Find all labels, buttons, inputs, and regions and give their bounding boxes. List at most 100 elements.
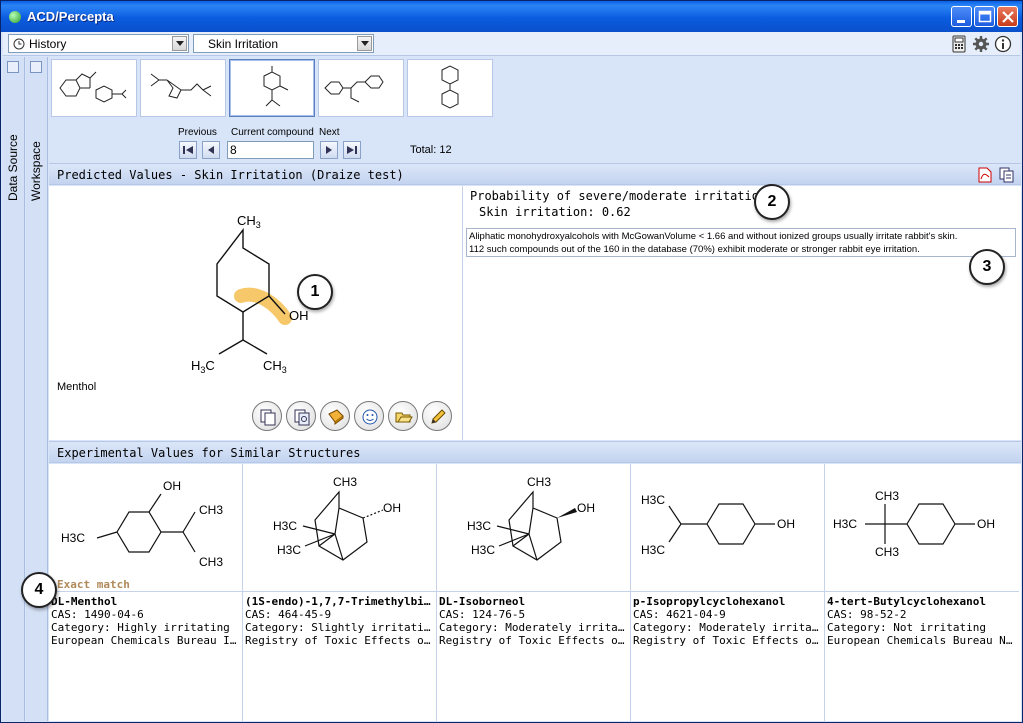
svg-text:H3C: H3C [467,519,491,533]
callout-2: 2 [754,184,790,220]
app-window: ACD/Percepta History Skin Irritation Dat… [0,0,1023,723]
chevron-left-icon [208,146,214,154]
calculator-icon[interactable] [950,35,968,53]
data-source-tab[interactable]: Data Source [6,81,20,201]
app-icon [9,11,21,23]
copy-structure-button[interactable] [252,401,282,431]
close-icon [1002,11,1014,23]
explanation-line-2: 112 such compounds out of the 160 in the… [469,244,920,255]
similar-compound-card[interactable]: OH H3C CH3 CH3 Exact match DL-Menthol CA… [21,464,243,721]
history-combo-text: History [29,37,67,51]
workspace-sidebar[interactable]: Workspace [26,57,48,721]
sidebar-expand-icon[interactable] [7,61,19,73]
similar-compound-cas: CAS: 464-45-9 [245,608,332,621]
svg-text:OH: OH [577,501,595,515]
sidebar-expand-icon[interactable] [30,61,42,73]
book-icon [328,409,344,425]
maximize-icon [978,10,992,23]
similar-compound-category: Category: Slightly irritating [245,621,435,634]
current-compound-label: Current compound [231,127,314,138]
smiley-icon [362,409,378,425]
callout-1: 1 [297,274,333,310]
feedback-button[interactable] [354,401,384,431]
similar-compound-card[interactable]: CH3 OH H3C H3C DL-Isoborneol CAS: 124-76… [437,464,631,721]
similar-compound-category: Category: Moderately irritating [439,621,629,634]
similar-compound-source: Registry of Toxic Effects of Chemical Su… [439,634,629,647]
exact-match-label: Exact match [57,578,130,591]
svg-text:H3C: H3C [641,493,665,507]
open-file-button[interactable] [388,401,418,431]
similar-structure: CH3 OH H3C H3C [437,464,631,592]
explanation-box: Aliphatic monohydroxyalcohols with McGow… [466,228,1016,257]
predicted-values-panel: CH3 OH H3C CH3 Menthol 1 Probability of … [49,184,1021,440]
molecule-thumbnail-icon [59,71,127,103]
similar-compound-info: DL-Menthol CAS: 1490-04-6 Category: High… [51,595,241,647]
predicted-values-header: Predicted Values - Skin Irritation (Drai… [49,163,1021,185]
bicyclic-structure-icon: CH3 OH H3C H3C [273,475,401,561]
edit-structure-button[interactable] [422,401,452,431]
skip-last-icon [347,146,357,154]
first-compound-button[interactable] [179,141,197,159]
callout-3: 3 [969,249,1005,285]
main-toolbar: History Skin Irritation [3,32,1020,56]
predicted-values-title: Predicted Values - Skin Irritation (Drai… [57,168,404,182]
result-pane: Probability of severe/moderate irritatio… [464,184,1021,440]
history-combo[interactable]: History [8,34,189,53]
menthol-structure-icon: OH H3C CH3 CH3 [61,479,223,569]
compound-thumbnail-selected[interactable] [229,59,315,117]
similar-compound-name: DL-Isoborneol [439,595,526,608]
compound-thumbnail[interactable] [140,59,226,117]
next-label: Next [319,127,340,138]
hydroxyl-label: OH [289,308,309,323]
report-button[interactable] [320,401,350,431]
workspace-tab[interactable]: Workspace [29,81,43,201]
tert-butylcyclohexanol-structure-icon: OH CH3 H3C CH3 [833,489,995,559]
similar-compound-card[interactable]: OH H3C H3C p-Isopropylcyclohexanol CAS: … [631,464,825,721]
skip-first-icon [183,146,193,154]
probability-title: Probability of severe/moderate irritatio… [470,189,774,203]
compound-thumbnail[interactable] [318,59,404,117]
similar-compound-info: (1S-endo)-1,7,7-Trimethylbicyclo CAS: 46… [245,595,435,647]
explanation-line-1: Aliphatic monohydroxyalcohols with McGow… [469,231,958,242]
close-button[interactable] [997,6,1018,27]
molecule-thumbnail-icon [263,66,289,107]
copy-structure-icon [260,409,276,426]
pdf-export-icon[interactable] [977,167,993,183]
chevron-down-icon[interactable] [357,36,372,51]
compound-thumbnail[interactable] [407,59,493,117]
molecule-thumbnail-icon [441,65,459,109]
module-combo-text: Skin Irritation [208,37,279,51]
chevron-down-icon[interactable] [172,36,187,51]
minimize-button[interactable] [951,6,972,27]
compound-thumbnail[interactable] [51,59,137,117]
module-combo[interactable]: Skin Irritation [193,34,374,53]
copy-image-button[interactable] [286,401,316,431]
last-compound-button[interactable] [343,141,361,159]
pencil-icon [431,409,446,424]
structure-pane: CH3 OH H3C CH3 Menthol 1 [49,186,463,440]
gear-icon[interactable] [972,35,990,53]
maximize-button[interactable] [974,6,995,27]
info-icon[interactable] [994,35,1012,53]
copy-report-icon[interactable] [999,167,1015,183]
previous-compound-button[interactable] [202,141,220,159]
compound-strip: Previous Current compound Next 8 Total: … [49,57,1021,161]
svg-text:CH3: CH3 [333,475,357,489]
similar-compound-name: p-Isopropylcyclohexanol [633,595,786,608]
compound-name: Menthol [57,381,97,393]
svg-text:H3C: H3C [641,543,665,557]
next-compound-button[interactable] [320,141,338,159]
svg-text:H3C: H3C [833,517,857,531]
title-bar[interactable]: ACD/Percepta [1,1,1022,32]
experimental-values-title: Experimental Values for Similar Structur… [57,446,361,460]
similar-compound-info: p-Isopropylcyclohexanol CAS: 4621-04-9 C… [633,595,823,647]
data-source-sidebar[interactable]: Data Source [3,57,25,721]
callout-4: 4 [21,572,57,608]
svg-text:OH: OH [383,501,401,515]
similar-compound-card[interactable]: CH3 OH H3C H3C (1S-endo)-1,7,7-Trimethyl… [243,464,437,721]
svg-text:H3C: H3C [61,531,85,545]
similar-compound-card[interactable]: OH CH3 H3C CH3 4-tert-Butylcyclohexanol … [825,464,1021,721]
experimental-values-header: Experimental Values for Similar Structur… [49,441,1021,463]
svg-text:CH3: CH3 [527,475,551,489]
current-compound-input[interactable]: 8 [227,141,314,159]
